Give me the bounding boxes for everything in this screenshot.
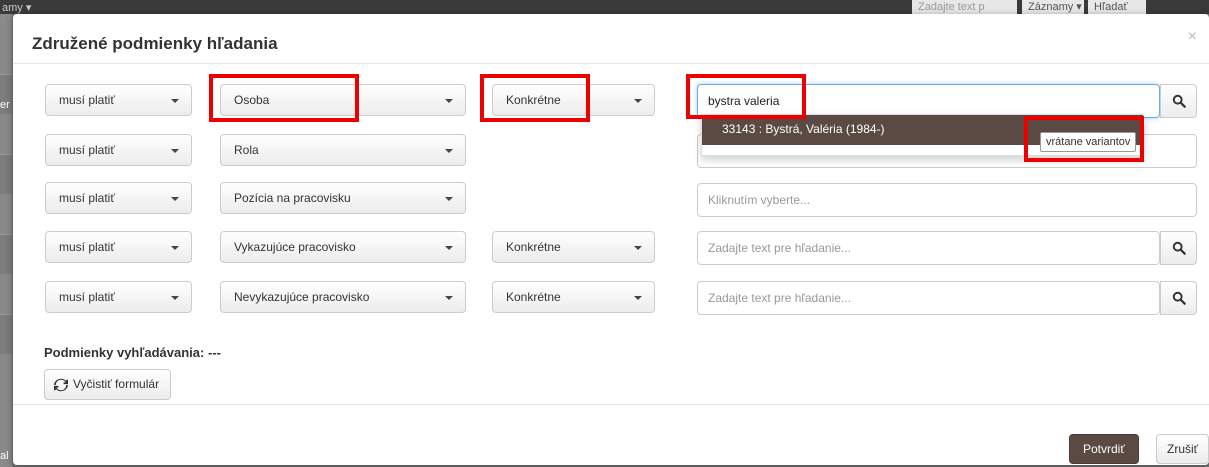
chevron-down-icon bbox=[171, 149, 179, 153]
must-apply-select-row3[interactable]: musí platiť bbox=[45, 182, 192, 214]
select-value: musí platiť bbox=[59, 143, 115, 157]
search-conditions-label: Podmienky vyhľadávania: bbox=[44, 345, 205, 360]
clear-form-label: Vyčistiť formulár bbox=[73, 377, 160, 391]
search-input-row5[interactable]: Zadajte text pre hľadanie... bbox=[697, 281, 1160, 315]
chevron-down-icon bbox=[171, 197, 179, 201]
background-left-fragment: er bbox=[0, 99, 10, 111]
field-select-row5[interactable]: Nevykazujúce pracovisko bbox=[220, 281, 466, 313]
chevron-down-icon bbox=[634, 296, 642, 300]
must-apply-select-row5[interactable]: musí platiť bbox=[45, 281, 192, 313]
must-apply-select-row1[interactable]: musí platiť bbox=[45, 84, 192, 116]
search-button-row5[interactable] bbox=[1160, 281, 1197, 315]
confirm-button[interactable]: Potvrdiť bbox=[1069, 434, 1139, 464]
highlight-box-variants bbox=[1024, 116, 1144, 162]
footer-divider bbox=[13, 404, 1209, 405]
highlight-box-query bbox=[686, 74, 806, 119]
search-icon bbox=[1172, 94, 1186, 108]
chevron-down-icon bbox=[171, 246, 179, 250]
select-value: Rola bbox=[234, 143, 259, 157]
chevron-down-icon bbox=[634, 246, 642, 250]
modal-header: Združené podmienky hľadania × bbox=[13, 14, 1209, 64]
background-menu-fragment: amy ▾ bbox=[2, 2, 32, 14]
select-value: musí platiť bbox=[59, 240, 115, 254]
cancel-button[interactable]: Zrušiť bbox=[1156, 434, 1209, 464]
background-left-fragment: al bbox=[0, 450, 9, 462]
clear-form-button[interactable]: Vyčistiť formulár bbox=[44, 369, 172, 400]
search-conditions-summary: Podmienky vyhľadávania: --- bbox=[44, 345, 221, 360]
select-value: Konkrétne bbox=[506, 240, 561, 254]
field-select-row2[interactable]: Rola bbox=[220, 134, 466, 166]
search-button-row1[interactable] bbox=[1160, 84, 1197, 118]
search-icon bbox=[1172, 241, 1186, 255]
match-type-select-row5[interactable]: Konkrétne bbox=[492, 281, 655, 313]
select-value: Vykazujúce pracovisko bbox=[234, 240, 356, 254]
select-value: Konkrétne bbox=[506, 290, 561, 304]
chevron-down-icon bbox=[445, 149, 453, 153]
modal-title: Združené podmienky hľadania bbox=[32, 34, 278, 53]
must-apply-select-row4[interactable]: musí platiť bbox=[45, 231, 192, 263]
select-value: musí platiť bbox=[59, 93, 115, 107]
chevron-down-icon bbox=[445, 246, 453, 250]
highlight-box-field bbox=[209, 74, 359, 122]
field-select-row4[interactable]: Vykazujúce pracovisko bbox=[220, 231, 466, 263]
pick-input-row3[interactable]: Kliknutím vyberte... bbox=[697, 183, 1197, 217]
field-select-row3[interactable]: Pozícia na pracovisku bbox=[220, 182, 466, 214]
chevron-down-icon bbox=[445, 197, 453, 201]
chevron-down-icon bbox=[634, 99, 642, 103]
refresh-icon bbox=[54, 378, 68, 391]
match-type-select-row4[interactable]: Konkrétne bbox=[492, 231, 655, 263]
select-value: musí platiť bbox=[59, 191, 115, 205]
search-input-row4[interactable]: Zadajte text pre hľadanie... bbox=[697, 231, 1160, 265]
select-value: Pozícia na pracovisku bbox=[234, 191, 351, 205]
background-search-button: Hľadať bbox=[1088, 0, 1146, 14]
select-value: musí platiť bbox=[59, 290, 115, 304]
background-left-strip: er al bbox=[0, 14, 12, 467]
search-icon bbox=[1172, 291, 1186, 305]
close-icon[interactable]: × bbox=[1188, 28, 1197, 46]
chevron-down-icon bbox=[171, 296, 179, 300]
background-search-input: Zadajte text p bbox=[912, 0, 1017, 14]
highlight-box-type bbox=[480, 74, 590, 122]
chevron-down-icon bbox=[171, 99, 179, 103]
select-value: Nevykazujúce pracovisko bbox=[234, 290, 370, 304]
must-apply-select-row2[interactable]: musí platiť bbox=[45, 134, 192, 166]
chevron-down-icon bbox=[445, 99, 453, 103]
search-button-row4[interactable] bbox=[1160, 231, 1197, 265]
search-conditions-value: --- bbox=[207, 345, 221, 360]
chevron-down-icon bbox=[445, 296, 453, 300]
background-records-dropdown: Záznamy ▾ bbox=[1022, 0, 1084, 14]
